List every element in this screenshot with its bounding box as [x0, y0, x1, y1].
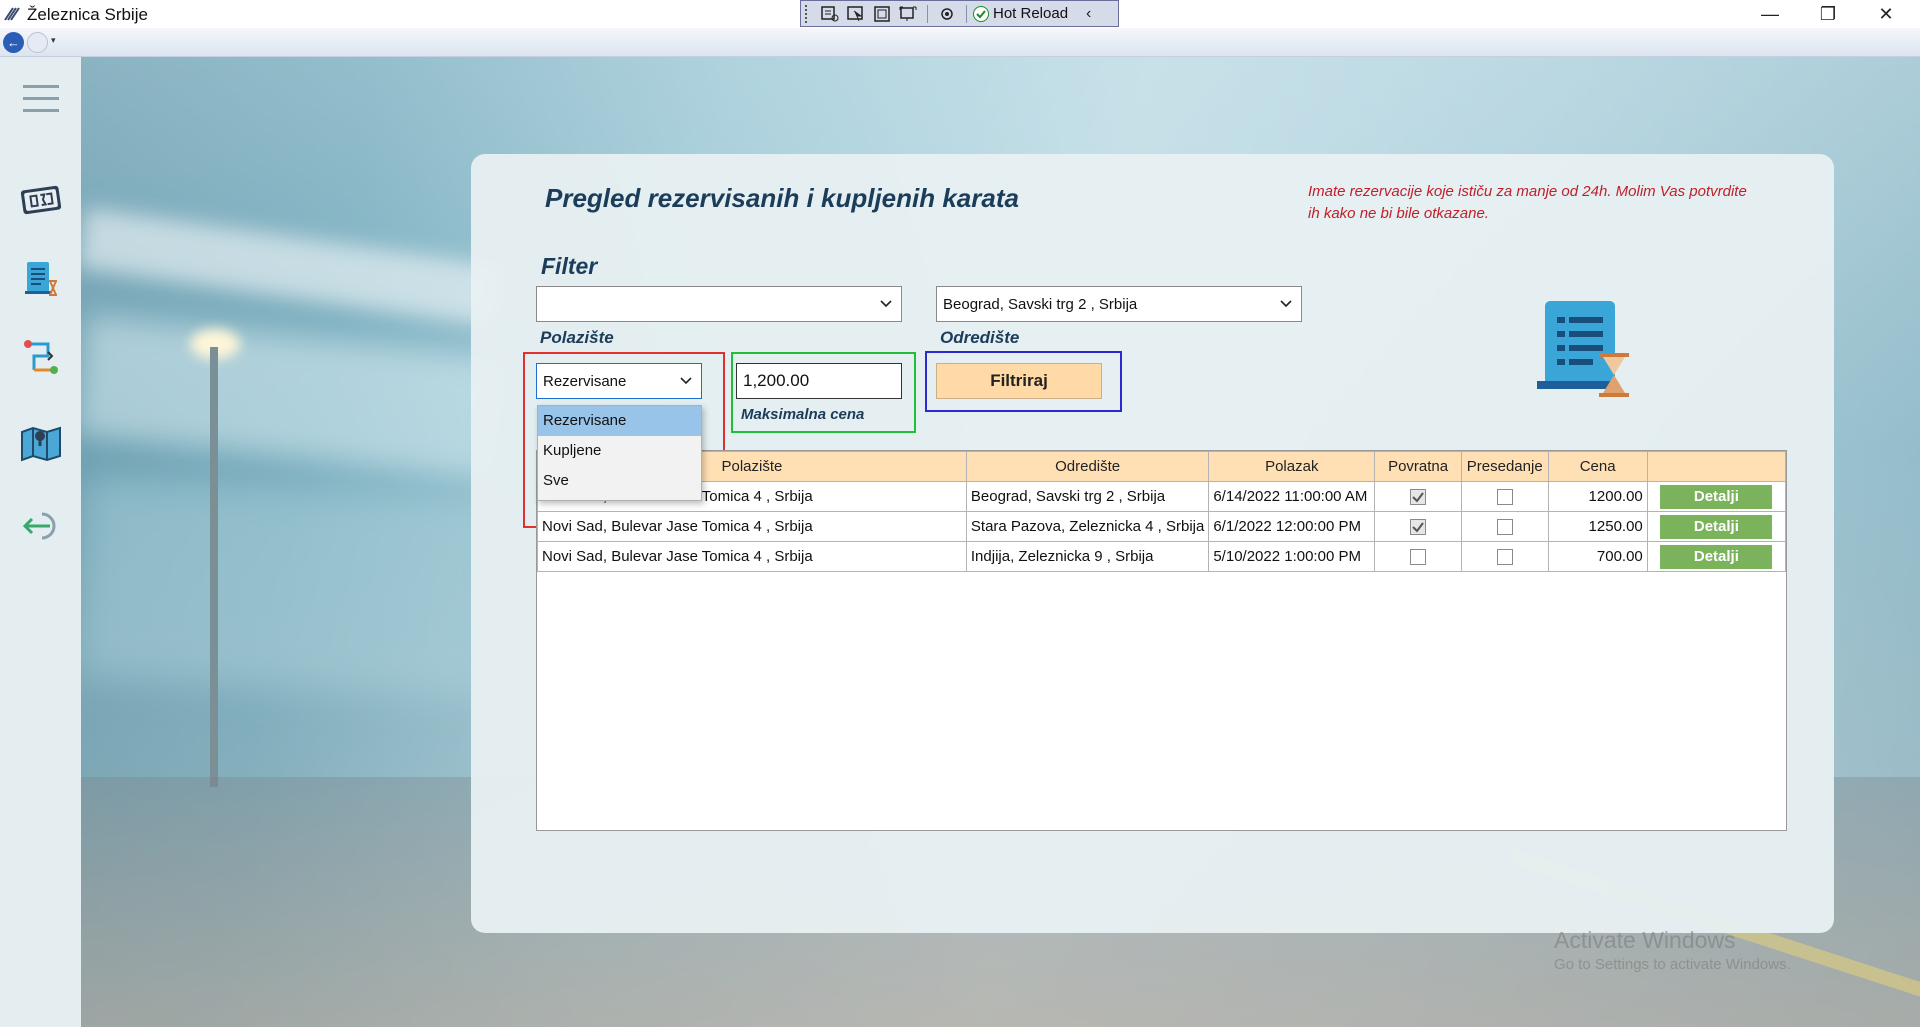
route-icon[interactable]	[16, 332, 66, 382]
cell-return	[1374, 541, 1462, 572]
maximize-button[interactable]: ❐	[1800, 0, 1856, 28]
cell-destination: Indjija, Zeleznicka 9 , Srbija	[965, 541, 1210, 572]
cell-transfer	[1460, 481, 1549, 512]
expiry-warning: Imate rezervacije koje ističu za manje o…	[1308, 183, 1747, 222]
details-button[interactable]: Detalji	[1660, 514, 1773, 539]
reservation-list-icon[interactable]	[16, 254, 66, 304]
cell-return	[1374, 481, 1462, 512]
checkmark-icon	[1412, 492, 1424, 503]
hot-reload-label[interactable]: Hot Reload	[993, 5, 1068, 22]
max-price-input[interactable]: 1,200.00	[736, 363, 902, 399]
close-button[interactable]: ✕	[1858, 0, 1914, 28]
cell-departure-time: 6/1/2022 12:00:00 PM	[1208, 511, 1376, 542]
filter-button[interactable]: Filtriraj	[936, 363, 1102, 399]
watermark-title: Activate Windows	[1554, 927, 1736, 953]
destination-label: Odredište	[940, 328, 1020, 347]
column-header-destination[interactable]: Odredište	[965, 451, 1210, 482]
track-focus-icon[interactable]	[895, 3, 921, 25]
check-icon	[973, 5, 989, 22]
dropdown-option-rezervisane[interactable]: Rezervisane	[538, 406, 701, 436]
transfer-checkbox[interactable]	[1496, 519, 1513, 536]
departure-select[interactable]	[536, 286, 902, 322]
cell-action: Detalji	[1646, 511, 1787, 542]
cell-transfer	[1460, 511, 1549, 542]
return-checkbox[interactable]	[1410, 489, 1427, 506]
transfer-checkbox[interactable]	[1496, 489, 1513, 506]
hamburger-menu-icon[interactable]	[16, 74, 66, 124]
minimize-button[interactable]: —	[1742, 0, 1798, 28]
live-visual-tree-icon[interactable]	[817, 3, 843, 25]
departure-label: Polazište	[540, 328, 614, 347]
forward-arrow-icon[interactable]	[27, 32, 48, 53]
table-row[interactable]: Novi Sad, Bulevar Jase Tomica 4 , Srbija…	[537, 481, 1787, 512]
ticket-icon[interactable]	[16, 175, 66, 225]
activate-windows-watermark: Activate Windows Go to Settings to activ…	[1554, 927, 1791, 973]
ticket-type-dropdown: Rezervisane Kupljene Sve	[537, 405, 702, 501]
watermark-subtitle: Go to Settings to activate Windows.	[1554, 956, 1791, 973]
column-header-transfer[interactable]: Presedanje	[1460, 451, 1549, 482]
navigation-bar: ← ▾	[0, 28, 1920, 57]
cell-return	[1374, 511, 1462, 542]
app-logo-icon	[4, 7, 20, 21]
table-row[interactable]: Novi Sad, Bulevar Jase Tomica 4 , Srbija…	[537, 511, 1787, 542]
map-icon[interactable]	[16, 417, 66, 467]
return-checkbox[interactable]	[1410, 519, 1427, 536]
ticket-type-select-value: Rezervisane	[543, 372, 627, 390]
chevron-down-icon	[680, 377, 692, 385]
cell-price: 1200.00	[1547, 481, 1648, 512]
details-button[interactable]: Detalji	[1660, 544, 1773, 569]
dropdown-option-sve[interactable]: Sve	[538, 466, 701, 496]
cell-price: 700.00	[1547, 541, 1648, 572]
window-title: Železnica Srbije	[27, 5, 148, 24]
chevron-down-icon	[880, 300, 892, 308]
cell-destination: Beograd, Savski trg 2 , Srbija	[965, 481, 1210, 512]
cell-destination: Stara Pazova, Zeleznicka 4 , Srbija	[965, 511, 1210, 542]
destination-select-value: Beograd, Savski trg 2 , Srbija	[943, 295, 1138, 313]
column-header-action	[1646, 451, 1787, 482]
dropdown-option-kupljene[interactable]: Kupljene	[538, 436, 701, 466]
ticket-type-select[interactable]: Rezervisane	[536, 363, 702, 399]
train-light-streak	[77, 208, 503, 326]
display-layout-icon[interactable]	[869, 3, 895, 25]
sidebar	[0, 57, 81, 1027]
toolbar-separator	[966, 4, 967, 23]
checkmark-icon	[1412, 522, 1424, 533]
filter-heading: Filter	[541, 253, 598, 279]
cell-departure: Novi Sad, Bulevar Jase Tomica 4 , Srbija	[537, 541, 967, 572]
details-button[interactable]: Detalji	[1660, 484, 1773, 509]
table-header-row: Polazište Odredište Polazak Povratna Pre…	[537, 451, 1787, 482]
column-header-departure-time[interactable]: Polazak	[1208, 451, 1376, 482]
cell-departure-time: 6/14/2022 11:00:00 AM	[1208, 481, 1376, 512]
chevron-down-icon	[1280, 300, 1292, 308]
cell-price: 1250.00	[1547, 511, 1648, 542]
train-light-streak	[74, 315, 506, 479]
train-light-streak	[75, 476, 505, 698]
column-header-return[interactable]: Povratna	[1374, 451, 1462, 482]
toolbar-grip[interactable]	[805, 4, 811, 23]
lamp-post	[210, 347, 218, 787]
cell-departure-time: 5/10/2022 1:00:00 PM	[1208, 541, 1376, 572]
cell-action: Detalji	[1646, 541, 1787, 572]
back-arrow-icon[interactable]: ←	[3, 32, 24, 53]
cell-transfer	[1460, 541, 1549, 572]
collapse-toolbar-icon[interactable]: ‹	[1086, 5, 1091, 23]
max-price-label: Maksimalna cena	[741, 406, 865, 423]
cell-departure: Novi Sad, Bulevar Jase Tomica 4 , Srbija	[537, 511, 967, 542]
reservation-list-illustration-icon	[1537, 301, 1629, 397]
cell-action: Detalji	[1646, 481, 1787, 512]
tickets-table: Polazište Odredište Polazak Povratna Pre…	[536, 450, 1787, 831]
history-dropdown-icon[interactable]: ▾	[51, 35, 56, 46]
page-title: Pregled rezervisanih i kupljenih karata	[545, 183, 1019, 213]
transfer-checkbox[interactable]	[1496, 549, 1513, 566]
destination-select[interactable]: Beograd, Savski trg 2 , Srbija	[936, 286, 1302, 322]
column-header-price[interactable]: Cena	[1547, 451, 1648, 482]
hot-reload-settings-icon[interactable]	[934, 3, 960, 25]
return-checkbox[interactable]	[1410, 549, 1427, 566]
hot-reload-toolbar: Hot Reload ‹	[800, 0, 1119, 27]
logout-icon[interactable]	[16, 501, 66, 551]
select-element-icon[interactable]	[843, 3, 869, 25]
table-row[interactable]: Novi Sad, Bulevar Jase Tomica 4 , Srbija…	[537, 541, 1787, 572]
toolbar-separator	[927, 4, 928, 23]
